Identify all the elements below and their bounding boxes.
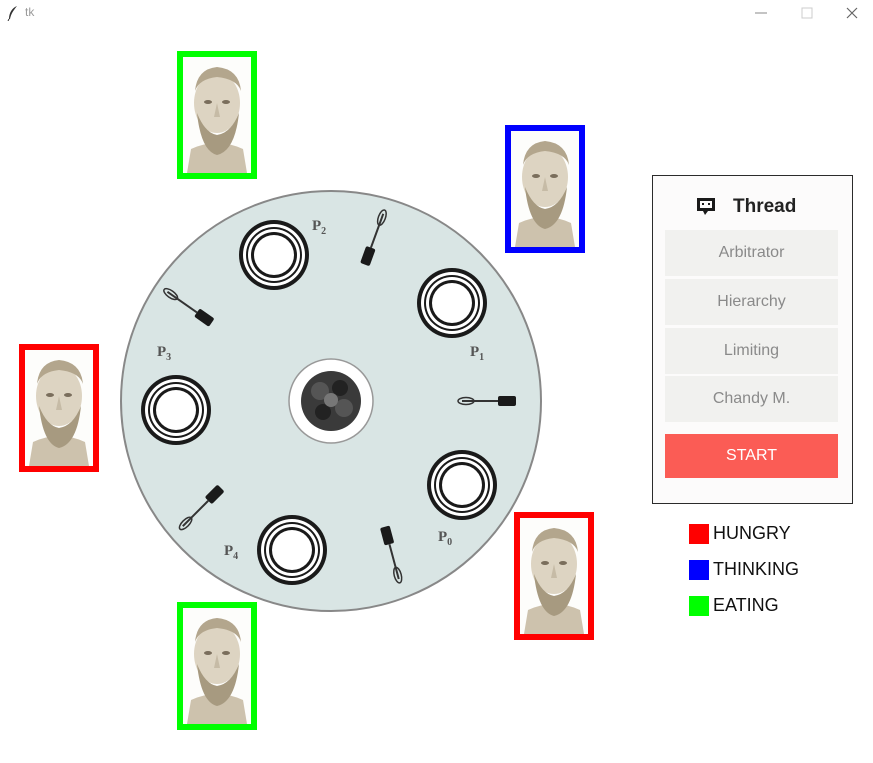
start-button[interactable]: START <box>665 434 838 478</box>
philosopher-bust-icon <box>183 57 251 173</box>
panel-title: Thread <box>733 196 797 217</box>
legend-label: HUNGRY <box>713 523 791 543</box>
hungry-swatch <box>689 524 709 544</box>
close-button[interactable] <box>829 0 873 26</box>
chat-bubble-icon <box>697 198 715 215</box>
philosopher-bust-icon <box>183 608 251 724</box>
legend-label: EATING <box>713 595 779 615</box>
panel-header: Thread <box>653 194 852 220</box>
option-arbitrator[interactable]: Arbitrator <box>665 230 838 276</box>
maximize-icon <box>801 7 813 19</box>
window-title: tk <box>25 5 35 19</box>
title-bar: tk <box>0 0 873 26</box>
philosopher-bust-icon <box>25 350 93 466</box>
plate-p0 <box>427 450 497 520</box>
philosopher-left <box>19 344 99 472</box>
close-icon <box>846 7 858 19</box>
feather-icon <box>7 6 17 21</box>
legend-label: THINKING <box>713 559 800 579</box>
option-hierarchy[interactable]: Hierarchy <box>665 279 838 325</box>
plate-p1 <box>417 268 487 338</box>
philosopher-bottom-left <box>177 602 257 730</box>
minimize-icon <box>755 12 767 14</box>
dining-table: P2 P1 P3 P0 P4 <box>120 190 542 612</box>
philosopher-top-right <box>505 125 585 253</box>
plate-p3 <box>141 375 211 445</box>
thread-panel: Thread Arbitrator Hierarchy Limiting Cha… <box>652 175 853 504</box>
spaghetti-bowl <box>288 358 374 444</box>
option-limiting[interactable]: Limiting <box>665 328 838 374</box>
option-chandy-misra[interactable]: Chandy M. <box>665 376 838 422</box>
thinking-swatch <box>689 560 709 580</box>
eating-swatch <box>689 596 709 616</box>
maximize-button[interactable] <box>784 0 830 26</box>
plate-p2 <box>239 220 309 290</box>
philosopher-bust-icon <box>520 518 588 634</box>
philosopher-bottom-right <box>514 512 594 640</box>
plate-p4 <box>257 515 327 585</box>
minimize-button[interactable] <box>738 0 784 26</box>
philosopher-bust-icon <box>511 131 579 247</box>
philosopher-top-left <box>177 51 257 179</box>
